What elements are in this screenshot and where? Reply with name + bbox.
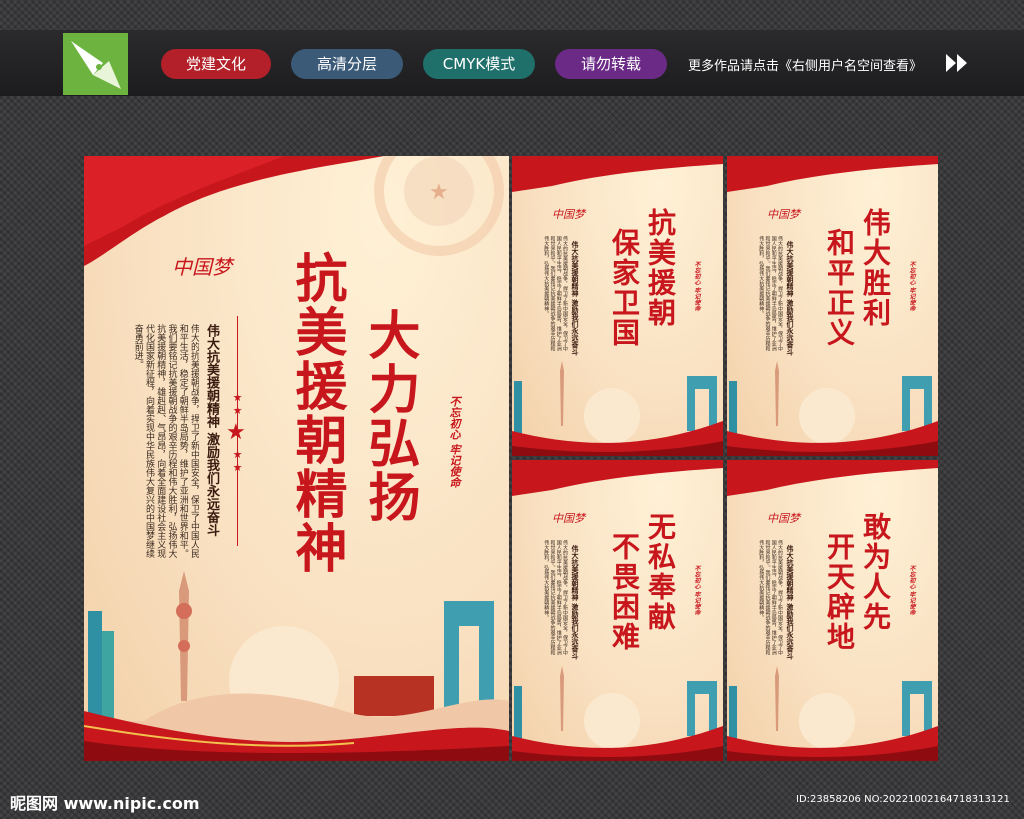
poster-title-left: 和平正义 [823, 228, 856, 348]
main-body-text: 伟大的抗美援朝战争，捍卫了新中国安全，保卫了中国人民和平生活，稳定了朝鲜半岛局势… [132, 324, 199, 558]
poster-subtitle: 伟大抗美援朝精神 激励我们永远奋斗 [571, 545, 580, 660]
poster-body-text: 伟大的抗美援朝战争，捍卫了新中国安全，保卫了中国人民和平生活，稳定了朝鲜半岛局势… [543, 236, 568, 351]
main-subtitle: 伟大抗美援朝精神 激励我们永远奋斗 [204, 324, 219, 537]
china-dream-logo: 中国梦 [172, 255, 232, 279]
slogan-stamp: 不忘初心 牢记使命 [908, 565, 915, 616]
stars-decoration: ★★ [231, 391, 244, 417]
city-skyline-scene [512, 666, 723, 761]
china-dream-logo: 中国梦 [552, 512, 585, 525]
site-watermark: 昵图网 www.nipic.com [10, 794, 200, 813]
top-ribbon [512, 460, 723, 496]
tag-cmyk[interactable]: CMYK模式 [423, 49, 535, 79]
poster-subtitle: 伟大抗美援朝精神 激励我们永远奋斗 [786, 545, 795, 660]
poster-title-right: 无私奉献 [644, 512, 677, 632]
poster-title-right: 伟大胜利 [859, 208, 892, 328]
slogan-stamp: 不忘初心 牢记使命 [693, 261, 700, 312]
china-dream-logo: 中国梦 [767, 512, 800, 525]
city-skyline-scene [84, 571, 509, 761]
poster-title-left: 不畏困难 [608, 532, 641, 652]
main-slogan: 大力弘扬 [359, 308, 420, 524]
top-ribbon [512, 156, 723, 192]
main-title: 抗美援朝精神 [286, 251, 347, 575]
poster-title-right: 敢为人先 [859, 512, 892, 632]
china-dream-logo: 中国梦 [552, 208, 585, 221]
poster-title-left: 开天辟地 [823, 532, 856, 652]
tag-party-culture[interactable]: 党建文化 [161, 49, 271, 79]
poster-3: 中国梦 无私奉献 不畏困难 伟大抗美援朝精神 激励我们永远奋斗 伟大的抗美援朝战… [512, 460, 723, 761]
city-skyline-scene [512, 361, 723, 456]
city-skyline-scene [727, 361, 938, 456]
poster-body-text: 伟大的抗美援朝战争，捍卫了新中国安全，保卫了中国人民和平生活，稳定了朝鲜半岛局势… [758, 540, 783, 655]
poster-title-right: 抗美援朝 [644, 208, 677, 328]
stars-decoration-lower: ★★ [231, 448, 244, 474]
star-icon: ★ [429, 180, 449, 205]
promo-text: 更多作品请点击《右侧用户名空间查看》 [688, 59, 923, 74]
big-star-icon: ★ [226, 420, 246, 445]
china-dream-logo: 中国梦 [767, 208, 800, 221]
pen-icon [71, 41, 121, 89]
poster-4: 中国梦 敢为人先 开天辟地 伟大抗美援朝精神 激励我们永远奋斗 伟大的抗美援朝战… [727, 460, 938, 761]
top-ribbon [727, 460, 938, 496]
poster-body-text: 伟大的抗美援朝战争，捍卫了新中国安全，保卫了中国人民和平生活，稳定了朝鲜半岛局势… [758, 236, 783, 351]
poster-subtitle: 伟大抗美援朝精神 激励我们永远奋斗 [786, 241, 795, 356]
slogan-stamp: 不忘初心 牢记使命 [448, 396, 461, 488]
city-skyline-scene [727, 666, 938, 761]
poster-subtitle: 伟大抗美援朝精神 激励我们永远奋斗 [571, 241, 580, 356]
slogan-stamp: 不忘初心 牢记使命 [908, 261, 915, 312]
tag-no-repost[interactable]: 请勿转载 [555, 49, 667, 79]
tag-hd-layers[interactable]: 高清分层 [291, 49, 403, 79]
poster-title-left: 保家卫国 [608, 228, 641, 348]
poster-2: 中国梦 伟大胜利 和平正义 伟大抗美援朝精神 激励我们永远奋斗 伟大的抗美援朝战… [727, 156, 938, 456]
poster-body-text: 伟大的抗美援朝战争，捍卫了新中国安全，保卫了中国人民和平生活，稳定了朝鲜半岛局势… [543, 540, 568, 655]
main-poster: ★ 中国梦 抗美援朝精神 大力弘扬 伟大抗美援朝精神 激励我们永远奋斗 ★★ ★… [84, 156, 509, 761]
image-id: ID:23858206 NO:20221002164718313121 [796, 794, 1010, 805]
double-arrow-icon[interactable] [944, 52, 970, 74]
top-ribbon [727, 156, 938, 192]
poster-1: 中国梦 抗美援朝 保家卫国 伟大抗美援朝精神 激励我们永远奋斗 伟大的抗美援朝战… [512, 156, 723, 456]
slogan-stamp: 不忘初心 牢记使命 [693, 565, 700, 616]
nipic-logo [63, 33, 128, 95]
